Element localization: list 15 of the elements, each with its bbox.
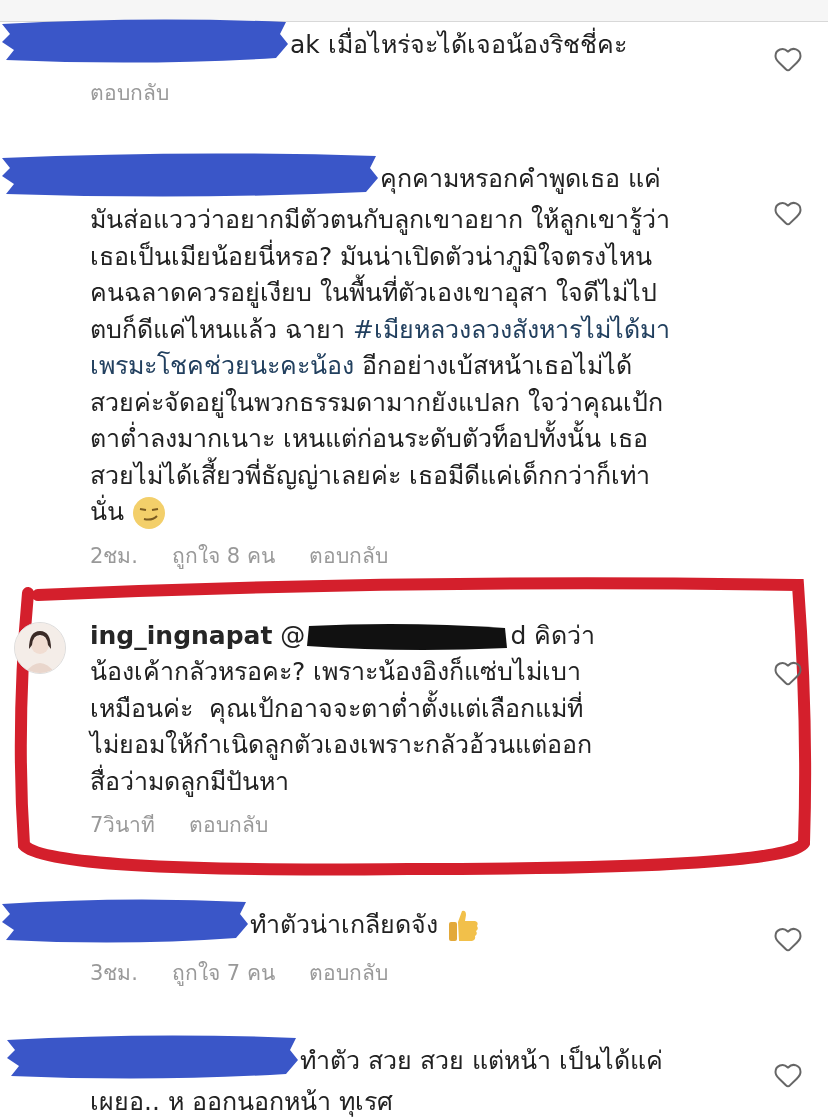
reply-link[interactable]: ตอบกลับ bbox=[308, 956, 388, 990]
comment-text: คุกคามหรอกคำพูดเธอ แค่ มันส่อแววว่าอยากมีตัวตนกับลูกเขาอยาก ให้ลูกเขารู้ว่า เธอเป็นเมียน้อยนี่หรอ? มันน่าเปิดตัวน่าภูมิใจตรงไหน คนฉลาดควรอยู่เงียบ ในพื้นที่ตัวเองเขาอุสา ใจดีไม่ไป ตบก็ดีแค่ไหนแล้ว ฉายา #เมียหลวงลวงสังหารไม่ได้มา เพรมะโชคช่วยนะคะน้อง อีกอย่างเบ้สหน้าเธอไม่ได้ สวยค่ะจัดอยู่ในพวกธรรมดามากยังแปลก ใจว่าคุณเป้ก ตาต่ำลงมากเนาะ เหนแต่ก่อนระดับตัวท็อปทั้งนั้น เธอ สวยไม่ได้เสี้ยวพี่ธัญญ่าเลยค่ะ เธอมีดีแค่เด็กกว่าก็เท่า นั่น bbox=[90, 158, 748, 531]
comment-meta: 2ชม. bbox=[90, 542, 139, 570]
reply-link[interactable]: ตอบกลับ bbox=[308, 538, 388, 573]
smirk-emoji-icon bbox=[131, 496, 166, 530]
comment-meta: 3ชม. bbox=[90, 960, 139, 987]
reply-link[interactable]: ตอบกลับ bbox=[90, 76, 169, 110]
comment-meta: ถูกใจ 7 คน bbox=[172, 960, 275, 988]
comment-meta: 7วินาที bbox=[90, 812, 156, 839]
reply-link[interactable]: ตอบกลับ bbox=[189, 808, 269, 842]
username[interactable]: ing_ingnapat bbox=[90, 620, 273, 650]
comment-text: ing_ingnapat @ d คิดว่า น้องเค้ากลัวหรอคะ? เพราะน้องอิงก็แซ่บไม่เบา เหมือนค่ะ คุณเป้กอาจจะตาต่ำตั้งแต่เลือกแม่ที่ ไม่ยอมให้กำเนิดลูกตัวเองเพราะกลัวอ้วนแต่ออก สื่อว่ามดลูกมีปันหา bbox=[90, 619, 597, 799]
hashtag-link[interactable]: เพรมะโชคช่วยนะคะน้อง bbox=[90, 351, 354, 380]
hashtag-link[interactable]: #เมียหลวงลวงสังหารไม่ได้มา bbox=[352, 314, 670, 344]
comment-meta: ถูกใจ 8 คน bbox=[172, 542, 275, 571]
